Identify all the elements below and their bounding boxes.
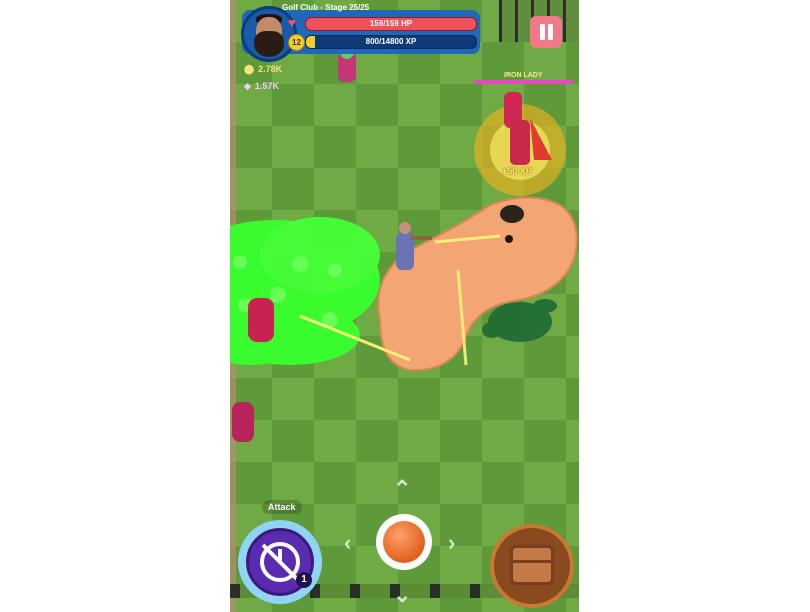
attack-charge-count: 1: [296, 572, 312, 588]
boss-health-bar: [474, 80, 574, 84]
level-badge-icon: 12: [288, 34, 305, 51]
xp-text: 800/14800 XP: [365, 37, 417, 46]
attack-button[interactable]: 1: [238, 520, 322, 604]
stage-label: Golf Club - Stage 25/25: [282, 3, 370, 12]
gold-coin-icon: ⬤: [244, 64, 255, 74]
game-viewport[interactable]: Golf Club - Stage 25/25 ♥ 159/159 HP 12 …: [230, 0, 579, 612]
gem-icon: ◆: [244, 81, 251, 91]
heart-icon: ♥: [288, 15, 296, 30]
gem-value: 1.57K: [254, 81, 279, 91]
gold-counter: ⬤ 2.78K: [244, 64, 282, 75]
joystick-left-arrow[interactable]: ‹: [344, 532, 351, 554]
boss-name: IRON LADY: [504, 72, 543, 79]
attack-label: Attack: [262, 500, 302, 514]
gold-value: 2.78K: [258, 64, 283, 74]
xp-gain-popup: +50 XP: [502, 166, 532, 176]
hp-text: 159/159 HP: [369, 19, 413, 28]
chest-icon: [510, 545, 554, 585]
enemy-bottom-left: [232, 402, 254, 442]
xp-bar: 800/14800 XP: [305, 35, 477, 49]
joystick-up-arrow[interactable]: ⌃: [393, 478, 411, 500]
joystick-down-arrow[interactable]: ⌄: [393, 584, 411, 606]
pause-button[interactable]: [530, 16, 562, 48]
inventory-button[interactable]: [490, 524, 574, 608]
joystick-knob[interactable]: [376, 514, 432, 570]
toxic-cloud: [230, 217, 380, 365]
gem-counter: ◆ 1.57K: [244, 81, 279, 92]
joystick-right-arrow[interactable]: ›: [448, 532, 455, 554]
hp-bar: 159/159 HP: [305, 17, 477, 31]
enemy-left: [248, 298, 274, 342]
